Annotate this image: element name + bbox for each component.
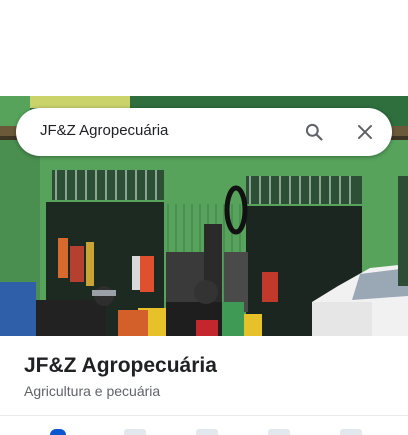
search-bar[interactable]: JF&Z Agropecuária [16, 108, 392, 156]
share-icon[interactable] [268, 429, 290, 435]
action-buttons-row [0, 424, 408, 435]
divider [0, 415, 408, 416]
directions-icon[interactable] [50, 429, 66, 435]
close-button[interactable] [349, 116, 381, 148]
search-icon [305, 123, 323, 141]
top-blank-area [0, 0, 408, 96]
save-icon[interactable] [124, 429, 146, 435]
call-icon[interactable] [340, 429, 362, 435]
nearby-icon[interactable] [196, 429, 218, 435]
place-info: JF&Z Agropecuária Agricultura e pecuária [24, 352, 217, 401]
search-button[interactable] [298, 116, 330, 148]
search-query-text[interactable]: JF&Z Agropecuária [40, 108, 168, 156]
close-icon [358, 125, 372, 139]
place-category: Agricultura e pecuária [24, 383, 161, 399]
place-name: JF&Z Agropecuária [24, 354, 217, 377]
